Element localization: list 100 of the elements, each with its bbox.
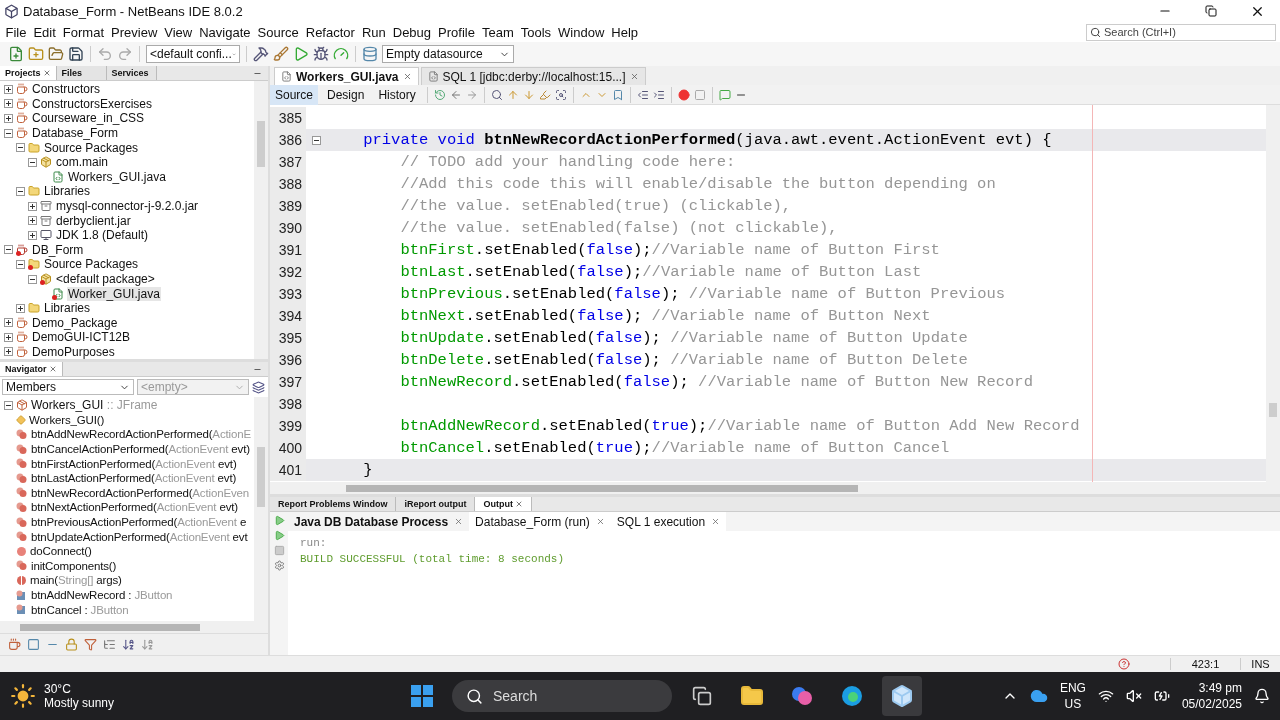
member-item[interactable]: btnNewRecordActionPerformed(ActionEven — [31, 486, 250, 499]
menu-item[interactable]: Preview — [107, 24, 161, 40]
tree-item[interactable]: Source Packages — [43, 140, 140, 155]
expand-toggle[interactable] — [4, 347, 13, 357]
magnifier-icon[interactable] — [490, 88, 503, 101]
member-item[interactable]: btnUpdateActionPerformed(ActionEvent evt — [31, 530, 248, 543]
member-item[interactable]: btnNextActionPerformed(ActionEvent evt) — [31, 501, 239, 514]
scan-icon[interactable] — [554, 88, 567, 101]
tree-item[interactable]: ConstructorsExercises — [31, 96, 154, 111]
filter-dropdown[interactable]: Members — [2, 379, 134, 395]
search-field[interactable]: Search (Ctrl+I) — [1086, 23, 1276, 41]
menu-item[interactable]: View — [160, 24, 196, 40]
member-item[interactable]: btnPreviousActionPerformed(ActionEvent e — [31, 516, 247, 529]
member-item[interactable]: main(String[] args) — [30, 574, 122, 587]
layers-icon[interactable] — [252, 380, 265, 394]
new-folder-icon[interactable] — [28, 46, 44, 62]
expand-toggle[interactable] — [4, 318, 13, 328]
tree-item[interactable]: DB_Form — [31, 242, 85, 257]
member-item[interactable]: btnFirstActionPerformed(ActionEvent evt) — [31, 457, 237, 470]
menu-item[interactable]: Refactor — [302, 24, 359, 40]
panel-tab[interactable]: iReport output — [396, 497, 476, 511]
bell-icon[interactable] — [1254, 688, 1270, 704]
expand-toggle[interactable] — [4, 99, 13, 109]
horizontal-scrollbar[interactable] — [270, 482, 1280, 494]
cup-icon[interactable] — [8, 638, 21, 651]
fold-toggle[interactable] — [311, 135, 321, 145]
expand-toggle[interactable] — [4, 84, 13, 94]
collapse-toggle[interactable] — [4, 400, 13, 410]
run-icon[interactable] — [293, 46, 309, 62]
panel-tab[interactable]: Report Problems Window — [270, 497, 397, 511]
taskbar-search[interactable]: Search — [452, 680, 672, 712]
process-tab[interactable]: SQL 1 execution — [610, 512, 727, 531]
tree-item[interactable]: Source Packages — [43, 257, 140, 272]
member-item[interactable]: Workers_GUI() — [29, 413, 105, 426]
battery-icon[interactable] — [1153, 688, 1170, 704]
editor-tab[interactable]: Workers_GUI.java — [274, 67, 419, 85]
tree-item[interactable]: Courseware_in_CSS — [31, 111, 146, 126]
netbeans-button[interactable] — [882, 676, 922, 716]
menu-item[interactable]: Window — [554, 24, 608, 40]
highlighter-icon[interactable] — [538, 88, 551, 101]
expand-toggle[interactable] — [4, 332, 13, 342]
panel-tab[interactable]: Projects — [0, 66, 57, 80]
datasource-dropdown[interactable]: Empty datasource — [382, 45, 514, 63]
menu-item[interactable]: Format — [59, 24, 108, 40]
open-folder-icon[interactable] — [48, 46, 64, 62]
menu-item[interactable]: Source — [254, 24, 303, 40]
expand-toggle[interactable] — [28, 216, 37, 226]
filter-icon[interactable] — [84, 638, 97, 651]
brush-icon[interactable] — [273, 46, 289, 62]
save-icon[interactable] — [68, 46, 84, 62]
bookmark-icon[interactable] — [611, 88, 624, 101]
tree-item[interactable]: DemoPurposes — [31, 345, 116, 359]
collapse-toggle[interactable] — [16, 186, 25, 196]
tree-item[interactable]: Libraries — [43, 301, 92, 316]
view-tab[interactable]: History — [373, 84, 421, 105]
menu-item[interactable]: File — [2, 24, 30, 40]
member-item[interactable]: btnAddNewRecordActionPerformed(ActionE — [31, 428, 251, 441]
debug-icon[interactable] — [313, 46, 329, 62]
tree-icon[interactable] — [103, 638, 116, 651]
tree-item[interactable]: <default package> — [55, 272, 156, 286]
wifi-icon[interactable] — [1097, 688, 1114, 704]
menu-item[interactable]: Help — [607, 24, 642, 40]
process-tab[interactable]: Database_Form (run) — [469, 512, 611, 531]
tree-item[interactable]: Database_Form — [31, 126, 120, 141]
tree-item[interactable]: com.main — [55, 155, 109, 170]
new-file-icon[interactable] — [8, 46, 24, 62]
tree-item[interactable]: JDK 1.8 (Default) — [55, 228, 150, 243]
member-item[interactable]: btnAddNewRecord : JButton — [31, 589, 173, 601]
expand-toggle[interactable] — [4, 114, 13, 123]
member-item[interactable]: btnCancel : JButton — [31, 603, 129, 616]
tree-item[interactable]: DemoGUI-ICT12B — [31, 330, 132, 345]
collapse-toggle[interactable] — [28, 157, 37, 167]
indent-left-icon[interactable] — [636, 88, 649, 101]
editor-tab[interactable]: SQL 1 [jdbc:derby://localhost:15...] — [420, 67, 646, 85]
muted-speaker-icon[interactable] — [1125, 688, 1142, 704]
tree-item[interactable]: Libraries — [43, 184, 92, 199]
collapse-toggle[interactable] — [16, 143, 25, 153]
menu-item[interactable]: Edit — [29, 24, 60, 40]
panel-tab[interactable]: Files — [56, 66, 107, 80]
weather-icon[interactable] — [10, 683, 36, 709]
collapse-toggle[interactable] — [4, 128, 13, 138]
collapse-toggle[interactable] — [4, 245, 13, 255]
vertical-scrollbar[interactable] — [254, 81, 268, 359]
member-item[interactable]: initComponents() — [31, 559, 117, 572]
panel-tab[interactable]: Output — [475, 497, 532, 511]
tree-item[interactable]: Workers_GUI.java — [67, 169, 167, 184]
hammer-icon[interactable] — [253, 46, 269, 62]
cloud-icon[interactable] — [1029, 687, 1048, 705]
collapse-toggle[interactable] — [28, 274, 37, 284]
configuration-dropdown[interactable]: <default confi... — [146, 45, 240, 63]
member-item[interactable]: doConnect() — [30, 545, 92, 558]
expand-toggle[interactable] — [28, 201, 37, 211]
square-icon[interactable] — [27, 638, 40, 651]
menu-item[interactable]: Run — [358, 24, 390, 40]
settings-icon[interactable] — [273, 560, 285, 571]
indent-right-icon[interactable] — [652, 88, 665, 101]
menu-item[interactable]: Navigate — [195, 24, 255, 40]
menu-item[interactable]: Profile — [434, 24, 479, 40]
vertical-scrollbar[interactable] — [1266, 105, 1280, 482]
panel-tab[interactable]: Services — [106, 66, 157, 80]
